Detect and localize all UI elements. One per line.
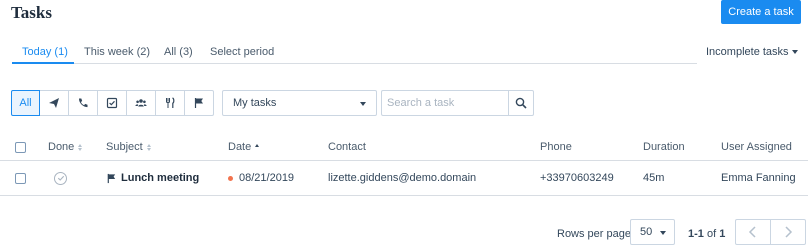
owner-select-value: My tasks (233, 97, 277, 109)
column-subject[interactable]: Subject (106, 134, 151, 160)
users-icon (135, 99, 147, 107)
caret-down-icon (360, 102, 366, 106)
period-tabs: Today (1) This week (2) All (3) Select p… (12, 40, 697, 64)
sort-ascending-icon (255, 143, 260, 151)
rows-per-page-label: Rows per page (557, 228, 631, 240)
next-page-button[interactable] (770, 219, 806, 245)
send-icon (49, 98, 59, 108)
row-checkbox[interactable] (15, 172, 26, 184)
checkbox-icon (106, 97, 118, 109)
page-title: Tasks (11, 3, 52, 22)
phone-cell: +33970603249 (540, 172, 614, 184)
task-type-filter: All (11, 90, 214, 116)
search-input[interactable] (381, 90, 508, 116)
caret-down-icon (660, 231, 666, 235)
column-date-label: Date (228, 141, 252, 153)
check-icon (57, 175, 64, 181)
sort-icon (78, 143, 83, 151)
task-subject: Lunch meeting (121, 172, 200, 184)
status-filter-dropdown[interactable]: Incomplete tasks (706, 46, 798, 58)
filter-lunch-button[interactable] (156, 90, 185, 116)
filter-call-button[interactable] (69, 90, 98, 116)
row-select-cell (15, 161, 26, 195)
phone-icon (78, 98, 88, 108)
owner-select[interactable]: My tasks (222, 90, 377, 116)
column-user-assigned: User Assigned (721, 141, 792, 153)
create-task-button[interactable]: Create a task (721, 0, 801, 24)
user-assigned-cell: Emma Fanning (721, 172, 796, 184)
filter-todo-button[interactable] (98, 90, 127, 116)
filter-meeting-button[interactable] (127, 90, 156, 116)
caret-down-icon (791, 50, 798, 55)
contact-cell[interactable]: lizette.giddens@demo.domain (328, 161, 476, 195)
task-date: 08/21/2019 (239, 172, 295, 184)
column-phone: Phone (540, 141, 572, 153)
chevron-left-icon (748, 226, 756, 238)
column-contact: Contact (328, 141, 366, 153)
column-subject-label: Subject (106, 141, 143, 153)
mark-done-toggle[interactable] (54, 171, 67, 185)
pagination-range: 1-1 of 1 (688, 228, 725, 240)
cutlery-icon (166, 97, 175, 108)
search-icon (515, 97, 527, 109)
column-done-label: Done (48, 141, 75, 153)
flag-icon (194, 98, 203, 108)
range-of-label: of (706, 228, 717, 240)
filter-all-button[interactable]: All (11, 90, 40, 116)
chevron-right-icon (785, 226, 793, 238)
table-row[interactable]: Lunch meeting 08/21/2019 lizette.giddens… (0, 161, 808, 196)
tab-all[interactable]: All (3) (164, 46, 193, 58)
filter-email-button[interactable] (40, 90, 69, 116)
tab-this-week[interactable]: This week (2) (84, 46, 150, 58)
date-cell: 08/21/2019 (228, 161, 294, 195)
flag-icon (107, 173, 116, 183)
tab-today[interactable]: Today (1) (22, 46, 68, 58)
active-tab-indicator (12, 62, 74, 64)
column-duration: Duration (643, 141, 685, 153)
select-all-cell (15, 134, 26, 160)
filter-deadline-button[interactable] (185, 90, 214, 116)
tab-select-period[interactable]: Select period (210, 46, 274, 58)
previous-page-button[interactable] (735, 219, 771, 245)
column-done[interactable]: Done (48, 134, 83, 160)
subject-cell[interactable]: Lunch meeting (106, 161, 199, 195)
sort-icon (146, 143, 151, 151)
table-header: Done Subject Date Contact Phone Duration… (0, 134, 808, 161)
range-value: 1-1 (688, 228, 704, 240)
search-button[interactable] (508, 90, 534, 116)
range-total: 1 (719, 228, 726, 240)
select-all-checkbox[interactable] (15, 141, 26, 153)
rows-per-page-select[interactable]: 50 (630, 219, 675, 245)
overdue-dot (228, 175, 233, 181)
status-filter-label: Incomplete tasks (706, 46, 789, 58)
column-date[interactable]: Date (228, 134, 260, 160)
done-cell (54, 161, 67, 195)
duration-cell: 45m (643, 172, 665, 184)
rows-per-page-value: 50 (640, 226, 653, 238)
